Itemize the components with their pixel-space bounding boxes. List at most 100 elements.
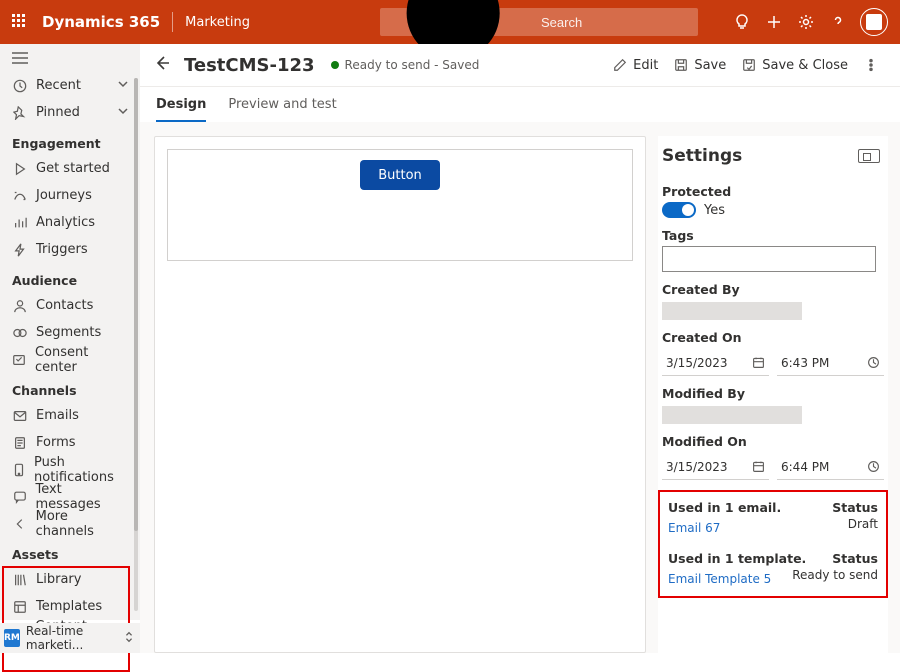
sidebar-section-audience: Audience [0, 263, 140, 292]
demo-button[interactable]: Button [360, 160, 440, 190]
search-box[interactable] [380, 8, 698, 36]
person-icon [12, 299, 28, 313]
help-icon[interactable] [822, 6, 854, 38]
sidebar-item-label: Library [36, 572, 81, 587]
hamburger-button[interactable] [0, 44, 140, 70]
lightbulb-icon[interactable] [726, 6, 758, 38]
sidebar-item-label: Push notifications [34, 455, 128, 485]
status-header-2: Status [832, 551, 878, 566]
gear-icon[interactable] [790, 6, 822, 38]
created-on-date[interactable]: 3/15/2023 [662, 350, 769, 376]
sms-icon [12, 490, 27, 504]
sidebar-item-library[interactable]: Library [0, 566, 140, 593]
journey-icon [12, 189, 28, 203]
sidebar-item-pinned[interactable]: Pinned [0, 99, 140, 126]
created-on-date-value: 3/15/2023 [666, 356, 728, 370]
sidebar-item-consent[interactable]: Consent center [0, 346, 140, 373]
sidebar-item-label: Pinned [36, 105, 80, 120]
sidebar-item-label: Text messages [35, 482, 128, 512]
sidebar-item-templates[interactable]: Templates [0, 593, 140, 620]
status-header: Status [832, 500, 878, 515]
email-link[interactable]: Email 67 [668, 521, 720, 535]
created-on-label: Created On [662, 330, 884, 345]
area-switcher[interactable]: RM Real-time marketi... [0, 623, 140, 653]
sidebar-item-recent[interactable]: Recent [0, 72, 140, 99]
back-button[interactable] [154, 55, 170, 75]
save-close-button-label: Save & Close [762, 58, 848, 73]
sidebar-section-channels: Channels [0, 373, 140, 402]
tab-preview[interactable]: Preview and test [228, 87, 336, 122]
sidebar-item-more-channels[interactable]: More channels [0, 510, 140, 537]
sidebar-scrollbar[interactable] [134, 78, 138, 611]
sidebar-item-label: Templates [36, 599, 102, 614]
main-area: TestCMS-123 Ready to send - Saved Edit S… [140, 44, 900, 653]
template-link[interactable]: Email Template 5 [668, 572, 771, 586]
app-launcher-icon[interactable] [12, 14, 28, 30]
sidebar-item-journeys[interactable]: Journeys [0, 182, 140, 209]
sidebar-item-get-started[interactable]: Get started [0, 155, 140, 182]
sidebar-item-segments[interactable]: Segments [0, 319, 140, 346]
template-status: Ready to send [792, 568, 878, 586]
app-name: Dynamics 365 [42, 13, 160, 31]
lightning-icon [12, 243, 28, 257]
protected-label: Protected [662, 184, 884, 199]
modified-on-date[interactable]: 3/15/2023 [662, 454, 769, 480]
sidebar-item-contacts[interactable]: Contacts [0, 292, 140, 319]
area-switcher-label: Real-time marketi... [26, 624, 124, 652]
email-status: Draft [848, 517, 878, 535]
library-icon [12, 573, 28, 587]
analytics-icon [12, 216, 28, 230]
chevron-down-icon [118, 105, 128, 120]
edit-button[interactable]: Edit [605, 49, 666, 81]
save-button-label: Save [694, 58, 726, 73]
templates-icon [12, 600, 28, 614]
sidebar-item-label: Consent center [35, 345, 128, 375]
top-app-bar: Dynamics 365 Marketing [0, 0, 900, 44]
protected-value: Yes [704, 203, 725, 218]
settings-pane: Settings Protected Yes Tags Created By [658, 136, 888, 653]
created-by-value [662, 302, 802, 320]
calendar-icon [752, 460, 765, 473]
sidebar-item-label: Triggers [36, 242, 88, 257]
sidebar-item-label: Segments [36, 325, 101, 340]
tab-bar: Design Preview and test [140, 86, 900, 122]
sidebar-item-label: Journeys [36, 188, 92, 203]
sidebar-item-forms[interactable]: Forms [0, 429, 140, 456]
add-icon[interactable] [758, 6, 790, 38]
protected-toggle[interactable] [662, 202, 696, 218]
sidebar-item-triggers[interactable]: Triggers [0, 236, 140, 263]
sidebar-item-text[interactable]: Text messages [0, 483, 140, 510]
used-in-email-header: Used in 1 email. [668, 500, 781, 515]
tab-design[interactable]: Design [156, 87, 206, 122]
save-close-button[interactable]: Save & Close [734, 49, 856, 81]
search-input[interactable] [541, 15, 690, 30]
save-button[interactable]: Save [666, 49, 734, 81]
status-dot [331, 61, 339, 69]
sidebar-item-emails[interactable]: Emails [0, 402, 140, 429]
consent-icon [12, 353, 27, 367]
modified-on-time-value: 6:44 PM [781, 460, 829, 474]
sidebar-item-label: Emails [36, 408, 79, 423]
record-header: TestCMS-123 Ready to send - Saved Edit S… [140, 44, 900, 86]
sidebar-item-analytics[interactable]: Analytics [0, 209, 140, 236]
sidebar-section-engagement: Engagement [0, 126, 140, 155]
sidebar-item-label: Get started [36, 161, 110, 176]
created-on-time[interactable]: 6:43 PM [777, 350, 884, 376]
modified-on-label: Modified On [662, 434, 884, 449]
sidebar: Recent Pinned Engagement Get started Jou… [0, 44, 140, 653]
usage-panel: Used in 1 email.Status Email 67Draft Use… [658, 490, 888, 598]
chevron-updown-icon [124, 631, 134, 646]
expand-pane-icon[interactable] [858, 149, 880, 163]
clock-icon [12, 79, 28, 93]
page-title: TestCMS-123 [184, 55, 315, 76]
sidebar-section-assets: Assets [0, 537, 140, 566]
modified-on-time[interactable]: 6:44 PM [777, 454, 884, 480]
module-name: Marketing [185, 15, 250, 30]
overflow-button[interactable] [856, 49, 886, 81]
modified-on-date-value: 3/15/2023 [666, 460, 728, 474]
sidebar-item-push[interactable]: Push notifications [0, 456, 140, 483]
tags-input[interactable] [662, 246, 876, 272]
design-canvas[interactable]: Button [154, 136, 646, 653]
avatar[interactable] [860, 8, 888, 36]
canvas-inner: Button [167, 149, 633, 261]
